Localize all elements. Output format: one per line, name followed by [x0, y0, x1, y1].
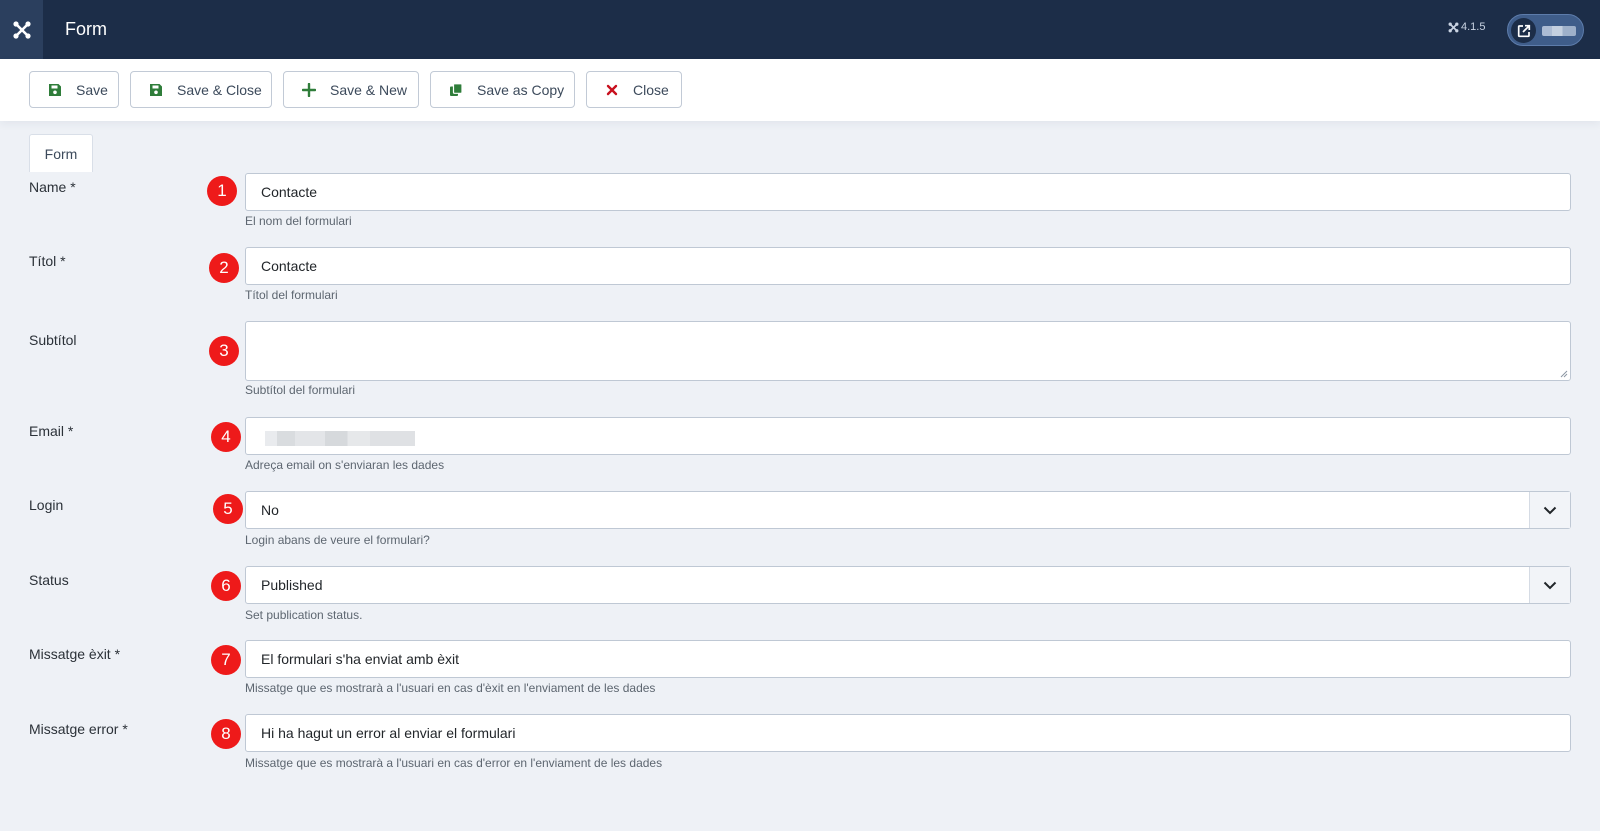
status-help: Set publication status.: [245, 608, 363, 622]
marker-badge: 1: [207, 176, 237, 206]
plus-icon: [300, 81, 318, 99]
status-label: Status: [29, 572, 69, 588]
close-button[interactable]: Close: [586, 71, 682, 108]
save-close-label: Save & Close: [177, 81, 262, 98]
tab-form-label: Form: [44, 145, 78, 162]
copy-icon: [447, 81, 465, 99]
subtitle-help: Subtítol del formulari: [245, 383, 356, 397]
version-label: 4.1.5: [1448, 21, 1485, 33]
email-help: Adreça email on s'enviaran les dades: [245, 458, 445, 472]
status-select[interactable]: Published: [245, 566, 1571, 604]
top-header: Form 4.1.5: [0, 0, 1600, 59]
subtitle-label: Subtítol: [29, 332, 77, 348]
resize-handle-icon[interactable]: [1560, 370, 1568, 378]
title-input-value: Contacte: [261, 258, 318, 274]
status-select-value: Published: [261, 577, 323, 593]
user-name-redacted: [1542, 26, 1576, 36]
toolbar: Save Save & Close Save & New Save as Cop…: [0, 59, 1600, 121]
success-message-help: Missatge que es mostrarà a l'usuari en c…: [245, 681, 656, 695]
name-help: El nom del formulari: [245, 214, 352, 228]
email-label: Email *: [29, 423, 74, 439]
marker-badge: 8: [211, 719, 241, 749]
chevron-down-icon[interactable]: [1529, 492, 1570, 528]
login-select[interactable]: No: [245, 491, 1571, 529]
success-message-input[interactable]: El formulari s'ha enviat amb èxit: [245, 640, 1571, 678]
joomla-small-icon: [1448, 22, 1459, 32]
marker-badge: 6: [211, 571, 241, 601]
login-help: Login abans de veure el formulari?: [245, 533, 430, 547]
save-icon: [147, 81, 165, 99]
external-link-icon[interactable]: [1511, 18, 1536, 43]
name-label: Name *: [29, 179, 76, 195]
error-message-value: Hi ha hagut un error al enviar el formul…: [261, 725, 516, 741]
version-text: 4.1.5: [1461, 21, 1486, 33]
close-icon: [603, 81, 621, 99]
success-message-value: El formulari s'ha enviat amb èxit: [261, 651, 459, 667]
save-close-button[interactable]: Save & Close: [130, 71, 272, 108]
marker-badge: 4: [211, 422, 241, 452]
title-help: Títol del formulari: [245, 288, 338, 302]
chevron-down-icon[interactable]: [1529, 567, 1570, 603]
error-message-input[interactable]: Hi ha hagut un error al enviar el formul…: [245, 714, 1571, 752]
error-message-label: Missatge error *: [29, 721, 128, 737]
marker-badge: 5: [213, 494, 243, 524]
marker-badge: 7: [211, 645, 241, 675]
save-label: Save: [76, 81, 108, 98]
joomla-logo-icon[interactable]: [0, 0, 43, 59]
email-input[interactable]: [245, 417, 1571, 455]
marker-badge: 2: [209, 253, 239, 283]
save-as-copy-button[interactable]: Save as Copy: [430, 71, 575, 108]
save-new-button[interactable]: Save & New: [283, 71, 419, 108]
title-label: Títol *: [29, 253, 66, 269]
error-message-help: Missatge que es mostrarà a l'usuari en c…: [245, 756, 663, 770]
subtitle-textarea[interactable]: [245, 321, 1571, 381]
tab-form[interactable]: Form: [29, 134, 93, 172]
name-input-value: Contacte: [261, 184, 318, 200]
name-input[interactable]: Contacte: [245, 173, 1571, 211]
save-new-label: Save & New: [330, 81, 408, 98]
login-label: Login: [29, 497, 64, 513]
marker-badge: 3: [209, 336, 239, 366]
save-icon: [46, 81, 64, 99]
page-title: Form: [65, 19, 107, 39]
save-button[interactable]: Save: [29, 71, 119, 108]
email-redacted-value: [265, 430, 415, 446]
save-as-copy-label: Save as Copy: [477, 81, 565, 98]
login-select-value: No: [261, 502, 279, 518]
success-message-label: Missatge èxit *: [29, 646, 121, 662]
close-label: Close: [633, 81, 669, 98]
user-menu-button[interactable]: [1507, 14, 1584, 46]
title-input[interactable]: Contacte: [245, 247, 1571, 285]
